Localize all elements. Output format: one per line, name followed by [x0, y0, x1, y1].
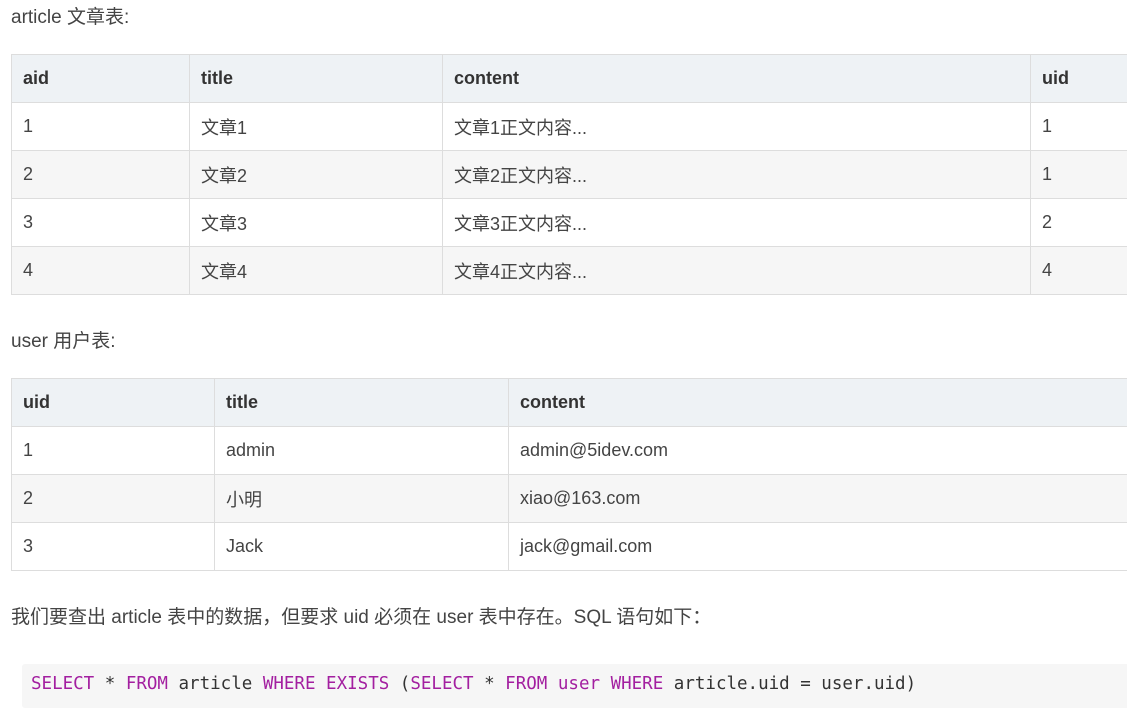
table-cell: 小明 — [214, 474, 509, 523]
column-header: content — [442, 54, 1031, 103]
sql-keyword: WHERE — [610, 674, 664, 694]
table-cell: 1 — [1030, 150, 1127, 199]
article-table-header-row: aid title content uid — [11, 54, 1127, 103]
table-cell: 1 — [1030, 102, 1127, 151]
sql-text: * — [473, 674, 506, 694]
column-header: title — [189, 54, 443, 103]
user-table-wrapper: uid title content 1 admin admin@5idev.com 2… — [11, 378, 1127, 571]
article-table-heading: article 文章表: — [11, 7, 130, 28]
user-table: uid title content 1 admin admin@5idev.com 2… — [11, 378, 1127, 571]
sql-keyword: SELECT — [410, 674, 474, 694]
table-cell: 文章3正文内容... — [442, 198, 1031, 247]
table-cell: 2 — [11, 474, 215, 523]
table-cell: 3 — [11, 198, 190, 247]
table-cell: 文章2 — [189, 150, 443, 199]
sql-keyword: SELECT — [31, 674, 95, 694]
table-cell: 文章4正文内容... — [442, 246, 1031, 295]
sql-text: * — [94, 674, 126, 694]
sql-statement: SELECT * FROM article WHERE EXISTS (SELE… — [31, 674, 916, 694]
article-table: aid title content uid 1 文章1 文章1正文内容... 1 2 文章… — [11, 54, 1127, 295]
column-header: aid — [11, 54, 190, 103]
table-cell: 文章3 — [189, 198, 443, 247]
table-cell: jack@gmail.com — [508, 522, 1127, 571]
table-cell: 2 — [1030, 198, 1127, 247]
table-row: 2 小明 xiao@163.com — [11, 474, 1127, 523]
sql-keyword: FROM — [505, 674, 548, 694]
table-cell: 4 — [1030, 246, 1127, 295]
column-header: uid — [1030, 54, 1127, 103]
sql-keyword: EXISTS — [326, 674, 390, 694]
table-cell: admin — [214, 426, 509, 475]
sql-keyword: FROM — [125, 674, 168, 694]
table-cell: 4 — [11, 246, 190, 295]
table-cell: xiao@163.com — [508, 474, 1127, 523]
table-row: 3 Jack jack@gmail.com — [11, 522, 1127, 571]
sql-keyword: WHERE — [262, 674, 316, 694]
query-description: 我们要查出 article 表中的数据，但要求 uid 必须在 user 表中存… — [11, 607, 712, 628]
sql-code-block: SELECT * FROM article WHERE EXISTS (SELE… — [22, 664, 1127, 708]
sql-keyword: user — [557, 674, 601, 694]
article-table-wrapper: aid title content uid 1 文章1 文章1正文内容... 1 2 文章… — [11, 54, 1127, 295]
table-cell: 2 — [11, 150, 190, 199]
table-row: 4 文章4 文章4正文内容... 4 — [11, 246, 1127, 295]
sql-text: ( — [389, 674, 411, 694]
table-cell: admin@5idev.com — [508, 426, 1127, 475]
table-cell: 文章1正文内容... — [442, 102, 1031, 151]
column-header: content — [508, 378, 1127, 427]
table-cell: 1 — [11, 102, 190, 151]
table-cell: Jack — [214, 522, 509, 571]
column-header: title — [214, 378, 509, 427]
user-table-heading: user 用户表: — [11, 331, 116, 352]
column-header: uid — [11, 378, 215, 427]
table-row: 1 文章1 文章1正文内容... 1 — [11, 102, 1127, 151]
user-table-header-row: uid title content — [11, 378, 1127, 427]
table-cell: 3 — [11, 522, 215, 571]
table-cell: 文章4 — [189, 246, 443, 295]
table-cell: 1 — [11, 426, 215, 475]
table-row: 3 文章3 文章3正文内容... 2 — [11, 198, 1127, 247]
table-row: 1 admin admin@5idev.com — [11, 426, 1127, 475]
sql-text: article.uid = user.uid) — [663, 674, 917, 694]
table-cell: 文章2正文内容... — [442, 150, 1031, 199]
table-cell: 文章1 — [189, 102, 443, 151]
table-row: 2 文章2 文章2正文内容... 1 — [11, 150, 1127, 199]
sql-text: article — [167, 674, 263, 694]
